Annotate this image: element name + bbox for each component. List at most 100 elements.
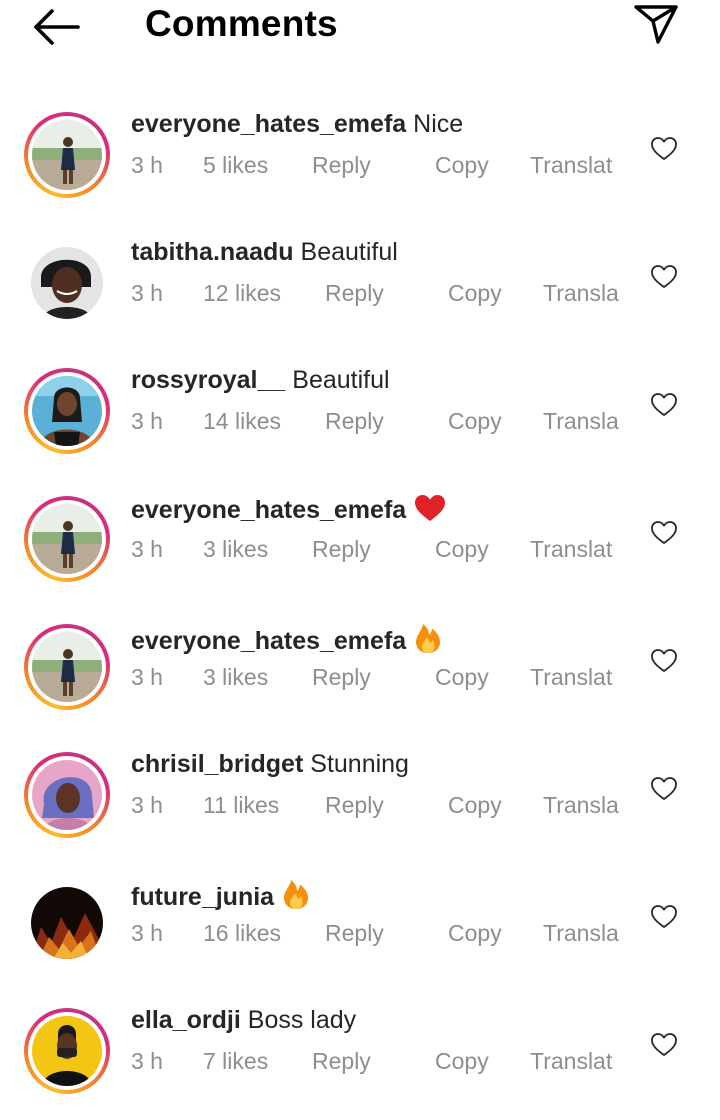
likes-count[interactable]: 16 likes [203, 920, 281, 947]
comment-meta: 3 h 16 likes Reply Copy Transla [131, 920, 631, 950]
comment-time: 3 h [131, 1048, 163, 1074]
avatar[interactable] [24, 112, 110, 198]
heart-outline-icon[interactable] [650, 392, 678, 418]
comment-time: 3 h [131, 536, 163, 562]
likes-count[interactable]: 14 likes [203, 408, 281, 435]
likes-count[interactable]: 5 likes [203, 152, 268, 179]
paper-plane-icon[interactable] [632, 2, 680, 46]
header: Comments [0, 0, 720, 56]
reply-button[interactable]: Reply [325, 920, 384, 947]
avatar-photo [32, 632, 102, 702]
comment-line: tabitha.naadu Beautiful [131, 238, 398, 267]
translate-button[interactable]: Translat [530, 664, 612, 691]
comment-meta: 3 h 7 likes Reply Copy Translat [131, 1048, 631, 1078]
avatar[interactable] [24, 496, 110, 582]
avatar-photo [32, 120, 102, 190]
avatar[interactable] [24, 240, 110, 326]
heart-outline-icon[interactable] [650, 776, 678, 802]
copy-button[interactable]: Copy [448, 408, 502, 435]
comment-username[interactable]: ella_ordji [131, 1006, 241, 1034]
comment-meta: 3 h 3 likes Reply Copy Translat [131, 664, 631, 694]
copy-button[interactable]: Copy [435, 1048, 489, 1075]
likes-count[interactable]: 3 likes [203, 664, 268, 691]
heart-outline-icon[interactable] [650, 904, 678, 930]
comment-username[interactable]: tabitha.naadu [131, 238, 294, 266]
reply-button[interactable]: Reply [325, 280, 384, 307]
likes-count[interactable]: 7 likes [203, 1048, 268, 1075]
comment-text: Nice [413, 110, 464, 138]
avatar-photo [32, 760, 102, 830]
copy-button[interactable]: Copy [448, 792, 502, 819]
comment-text: Stunning [310, 750, 409, 778]
fire-emoji-icon [414, 622, 442, 661]
translate-button[interactable]: Transla [543, 408, 619, 435]
reply-button[interactable]: Reply [325, 792, 384, 819]
comment-username[interactable]: everyone_hates_emefa [131, 496, 406, 524]
comment-time: 3 h [131, 152, 163, 178]
heart-outline-icon[interactable] [650, 648, 678, 674]
avatar-photo [31, 247, 103, 319]
likes-count[interactable]: 12 likes [203, 280, 281, 307]
comment-item: everyone_hates_emefa 3 h 3 likes Reply C… [0, 480, 720, 608]
comment-meta: 3 h 11 likes Reply Copy Transla [131, 792, 631, 822]
comment-time: 3 h [131, 920, 163, 946]
comment-item: chrisil_bridget Stunning 3 h 11 likes Rep… [0, 736, 720, 864]
avatar-photo [32, 1016, 102, 1086]
comment-item: everyone_hates_emefa 3 h 3 likes Reply C… [0, 608, 720, 736]
comment-item: ella_ordji Boss lady 3 h 7 likes Reply Co… [0, 992, 720, 1120]
comment-item: future_junia 3 h 16 likes Reply Copy Tra… [0, 864, 720, 992]
comment-text: Boss lady [247, 1006, 357, 1034]
avatar[interactable] [24, 368, 110, 454]
avatar[interactable] [24, 1008, 110, 1094]
avatar[interactable] [24, 624, 110, 710]
copy-button[interactable]: Copy [435, 536, 489, 563]
comment-item: tabitha.naadu Beautiful 3 h 12 likes Repl… [0, 224, 720, 352]
translate-button[interactable]: Transla [543, 280, 619, 307]
heart-outline-icon[interactable] [650, 520, 678, 546]
avatar[interactable] [24, 880, 110, 966]
comment-line: everyone_hates_emefa [131, 494, 446, 529]
copy-button[interactable]: Copy [435, 152, 489, 179]
comment-line: everyone_hates_emefa [131, 622, 442, 661]
comment-username[interactable]: future_junia [131, 883, 274, 911]
comment-time: 3 h [131, 408, 163, 434]
comment-meta: 3 h 5 likes Reply Copy Translat [131, 152, 631, 182]
reply-button[interactable]: Reply [312, 664, 371, 691]
avatar-photo [31, 887, 103, 959]
copy-button[interactable]: Copy [435, 664, 489, 691]
heart-outline-icon[interactable] [650, 136, 678, 162]
reply-button[interactable]: Reply [312, 1048, 371, 1075]
reply-button[interactable]: Reply [312, 536, 371, 563]
likes-count[interactable]: 3 likes [203, 536, 268, 563]
copy-button[interactable]: Copy [448, 280, 502, 307]
comment-line: future_junia [131, 878, 310, 917]
comment-item: rossyroyal__ Beautiful 3 h 14 likes Reply… [0, 352, 720, 480]
translate-button[interactable]: Transla [543, 920, 619, 947]
comment-username[interactable]: chrisil_bridget [131, 750, 303, 778]
avatar[interactable] [24, 752, 110, 838]
page-title: Comments [145, 3, 338, 44]
likes-count[interactable]: 11 likes [203, 792, 279, 819]
translate-button[interactable]: Translat [530, 536, 612, 563]
comment-username[interactable]: rossyroyal__ [131, 366, 285, 394]
avatar-photo [32, 376, 102, 446]
reply-button[interactable]: Reply [312, 152, 371, 179]
copy-button[interactable]: Copy [448, 920, 502, 947]
comment-username[interactable]: everyone_hates_emefa [131, 627, 406, 655]
comment-meta: 3 h 3 likes Reply Copy Translat [131, 536, 631, 566]
comment-time: 3 h [131, 792, 163, 818]
translate-button[interactable]: Translat [530, 1048, 612, 1075]
avatar-photo [32, 504, 102, 574]
back-arrow-icon[interactable] [30, 6, 84, 48]
comment-time: 3 h [131, 280, 163, 306]
heart-outline-icon[interactable] [650, 1032, 678, 1058]
comment-item: everyone_hates_emefa Nice 3 h 5 likes Rep… [0, 96, 720, 224]
comment-username[interactable]: everyone_hates_emefa [131, 110, 406, 138]
translate-button[interactable]: Translat [530, 152, 612, 179]
comment-meta: 3 h 12 likes Reply Copy Transla [131, 280, 631, 310]
heart-outline-icon[interactable] [650, 264, 678, 290]
translate-button[interactable]: Transla [543, 792, 619, 819]
comment-text: Beautiful [300, 238, 398, 266]
comment-line: chrisil_bridget Stunning [131, 750, 409, 779]
reply-button[interactable]: Reply [325, 408, 384, 435]
